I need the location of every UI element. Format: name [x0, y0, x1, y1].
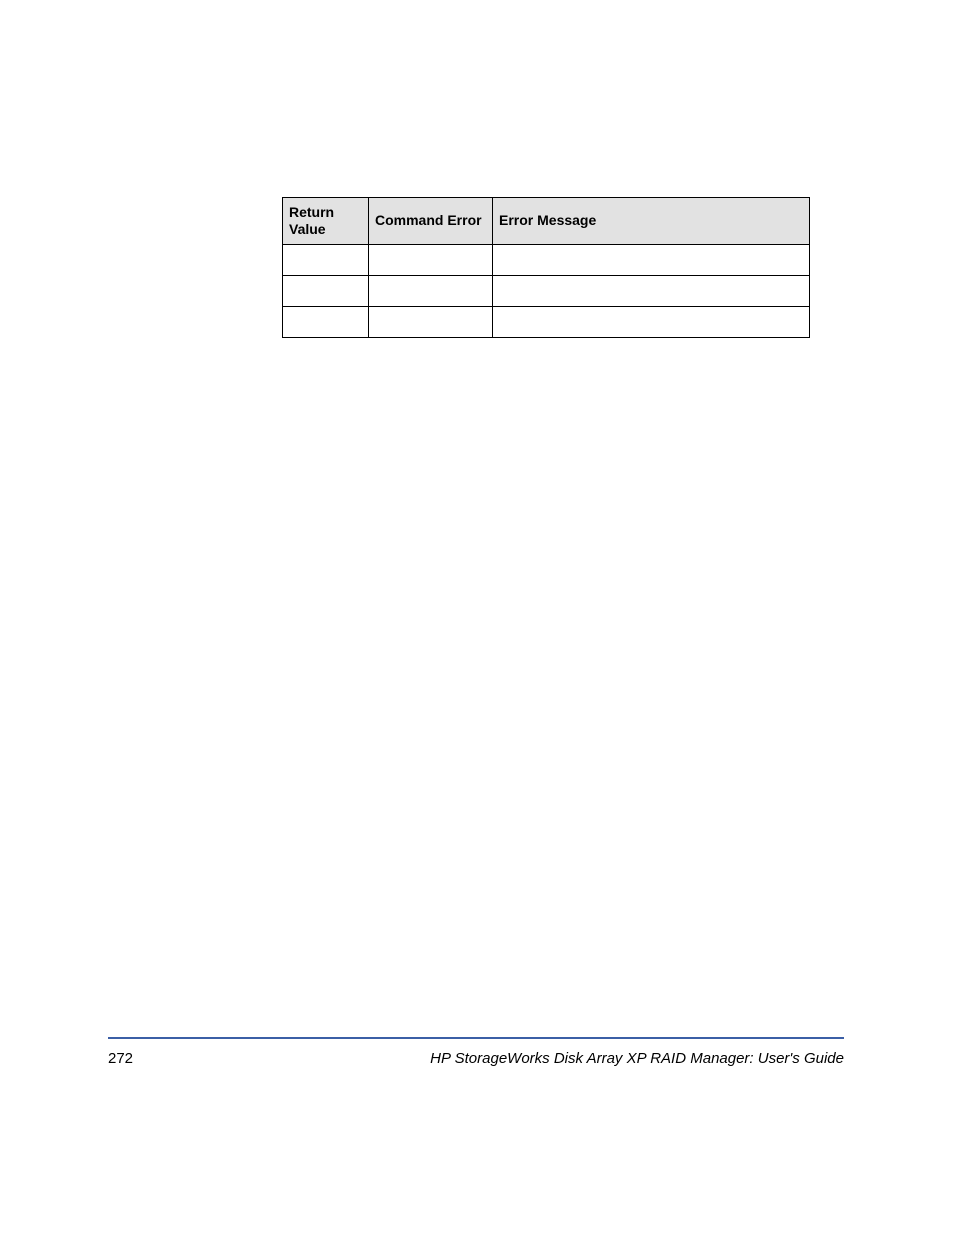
cell-error-message [493, 306, 810, 337]
cell-command-error [369, 306, 493, 337]
cell-command-error [369, 244, 493, 275]
page: Return Value Command Error Error Message [0, 0, 954, 1235]
header-return-value: Return Value [283, 198, 369, 245]
footer-rule [108, 1037, 844, 1039]
page-number: 272 [108, 1050, 133, 1067]
error-table: Return Value Command Error Error Message [282, 197, 810, 338]
doc-title: HP StorageWorks Disk Array XP RAID Manag… [430, 1050, 844, 1067]
table-row [283, 275, 810, 306]
cell-command-error [369, 275, 493, 306]
cell-return-value [283, 275, 369, 306]
cell-error-message [493, 244, 810, 275]
header-command-error: Command Error [369, 198, 493, 245]
table-header-row: Return Value Command Error Error Message [283, 198, 810, 245]
cell-error-message [493, 275, 810, 306]
cell-return-value [283, 244, 369, 275]
header-error-message: Error Message [493, 198, 810, 245]
table-row [283, 244, 810, 275]
content-area: Return Value Command Error Error Message [282, 197, 810, 338]
table-row [283, 306, 810, 337]
footer: 272 HP StorageWorks Disk Array XP RAID M… [108, 1050, 844, 1067]
cell-return-value [283, 306, 369, 337]
